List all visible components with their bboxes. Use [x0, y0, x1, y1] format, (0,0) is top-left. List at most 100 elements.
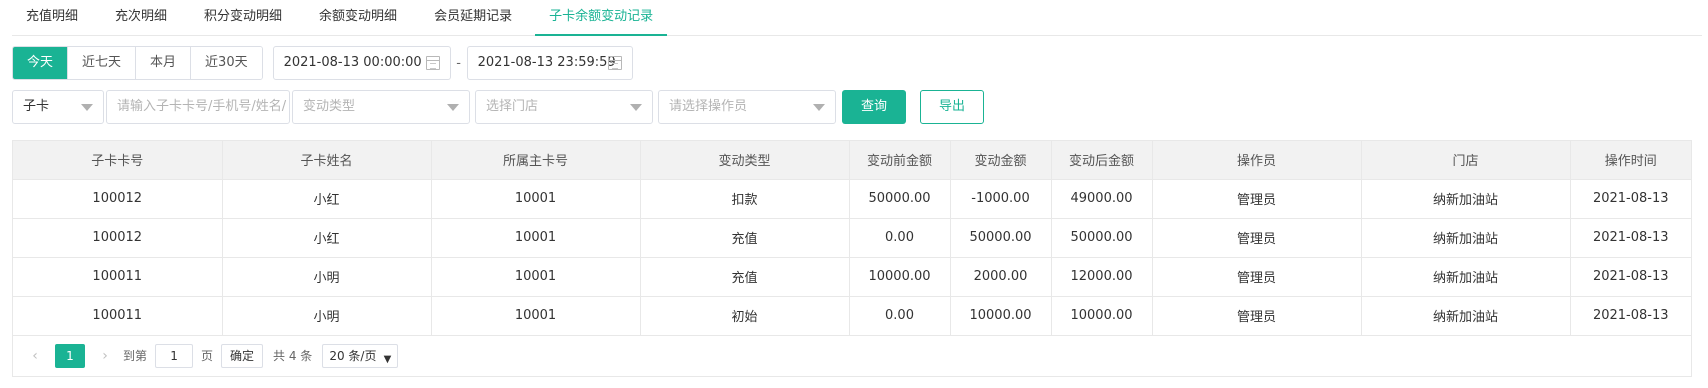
table-cell: 100011	[13, 296, 223, 336]
table-cell: 纳新加油站	[1361, 179, 1571, 219]
table-cell: 10001	[431, 179, 641, 219]
table-cell: 50000.00	[950, 218, 1052, 258]
table-cell: 0.00	[849, 218, 951, 258]
total-count: 共 4 条	[273, 349, 313, 363]
end-date-value: 2021-08-13 23:59:59	[477, 55, 616, 70]
chevron-down-icon	[813, 104, 825, 111]
date-range-separator: -	[456, 55, 461, 71]
column-header: 变动前金额	[849, 141, 951, 180]
table-header-row: 子卡卡号 子卡姓名 所属主卡号 变动类型 变动前金额 变动金额 变动后金额 操作…	[13, 141, 1691, 180]
table-cell: 2021-08-13	[1570, 257, 1691, 297]
goto-label: 到第	[123, 349, 148, 363]
page-number-button[interactable]: 1	[55, 343, 85, 368]
table-cell: 10001	[431, 296, 641, 336]
column-header: 变动金额	[950, 141, 1052, 180]
change-type-select[interactable]: 变动类型	[292, 90, 470, 124]
tab-recharge-detail[interactable]: 充值明细	[12, 0, 92, 36]
end-date-input[interactable]: 2021-08-13 23:59:59	[466, 46, 633, 80]
page-unit-label: 页	[201, 349, 214, 363]
table-cell: 纳新加油站	[1361, 218, 1571, 258]
table-cell: 管理员	[1152, 296, 1362, 336]
table-cell: 管理员	[1152, 257, 1362, 297]
calendar-icon	[425, 56, 440, 70]
column-header: 门店	[1361, 141, 1571, 180]
column-header: 子卡卡号	[13, 141, 223, 180]
prev-page-icon[interactable]: ‹	[27, 348, 43, 364]
date-filter-row: 今天 近七天 本月 近30天 2021-08-13 00:00:00 - 202…	[12, 46, 633, 80]
operator-placeholder: 请选择操作员	[669, 99, 748, 114]
page-size-value: 20 条/页	[329, 348, 377, 363]
column-header: 变动后金额	[1051, 141, 1153, 180]
table-cell: 纳新加油站	[1361, 296, 1571, 336]
table-cell: 12000.00	[1051, 257, 1153, 297]
table-cell: 管理员	[1152, 179, 1362, 219]
table-cell: 100012	[13, 218, 223, 258]
table-cell: 管理员	[1152, 218, 1362, 258]
goto-page-input[interactable]: 1	[155, 343, 194, 368]
chevron-down-icon: ▼	[383, 353, 392, 365]
column-header: 操作时间	[1570, 141, 1691, 180]
tab-points-change-detail[interactable]: 积分变动明细	[190, 0, 296, 36]
table-cell: 10000.00	[950, 296, 1052, 336]
store-placeholder: 选择门店	[486, 99, 539, 114]
table-cell: 10000.00	[1051, 296, 1153, 336]
subcard-balance-table: 子卡卡号 子卡姓名 所属主卡号 变动类型 变动前金额 变动金额 变动后金额 操作…	[12, 140, 1692, 377]
query-button[interactable]: 查询	[842, 90, 906, 124]
table-cell: 49000.00	[1051, 179, 1153, 219]
table-cell: 纳新加油站	[1361, 257, 1571, 297]
table-row: 100011 小明 10001 充值 10000.00 2000.00 1200…	[13, 257, 1691, 297]
operator-select[interactable]: 请选择操作员	[658, 90, 836, 124]
range-thirty-days-button[interactable]: 近30天	[191, 47, 262, 79]
table-cell: 扣款	[640, 179, 850, 219]
table-cell: 100011	[13, 257, 223, 297]
card-type-select[interactable]: 子卡	[12, 90, 104, 124]
store-select[interactable]: 选择门店	[475, 90, 653, 124]
keyword-search-placeholder: 请输入子卡卡号/手机号/姓名/	[117, 99, 287, 114]
page-size-select[interactable]: 20 条/页 ▼	[322, 343, 399, 368]
table-cell: 0.00	[849, 296, 951, 336]
chevron-down-icon	[81, 104, 93, 111]
table-cell: 2021-08-13	[1570, 218, 1691, 258]
table-cell: -1000.00	[950, 179, 1052, 219]
range-seven-days-button[interactable]: 近七天	[68, 47, 137, 79]
table-cell: 50000.00	[849, 179, 951, 219]
table-cell: 10001	[431, 218, 641, 258]
table-cell: 50000.00	[1051, 218, 1153, 258]
table-cell: 100012	[13, 179, 223, 219]
column-header: 所属主卡号	[431, 141, 641, 180]
column-header: 子卡姓名	[222, 141, 432, 180]
table-cell: 2021-08-13	[1570, 179, 1691, 219]
card-type-value: 子卡	[23, 99, 50, 114]
range-this-month-button[interactable]: 本月	[136, 47, 192, 79]
chevron-down-icon	[630, 104, 642, 111]
change-type-placeholder: 变动类型	[303, 99, 356, 114]
tab-member-extension-record[interactable]: 会员延期记录	[420, 0, 526, 36]
quick-range-group: 今天 近七天 本月 近30天	[12, 46, 263, 80]
table-cell: 小红	[222, 218, 432, 258]
table-cell: 初始	[640, 296, 850, 336]
table-cell: 小红	[222, 179, 432, 219]
calendar-icon	[607, 56, 622, 70]
chevron-down-icon	[447, 104, 459, 111]
export-button[interactable]: 导出	[920, 90, 984, 124]
range-today-button[interactable]: 今天	[13, 47, 69, 79]
tab-subcard-balance-change-record[interactable]: 子卡余额变动记录	[535, 0, 668, 36]
tab-balance-change-detail[interactable]: 余额变动明细	[305, 0, 411, 36]
goto-confirm-button[interactable]: 确定	[221, 343, 264, 368]
table-cell: 2021-08-13	[1570, 296, 1691, 336]
start-date-value: 2021-08-13 00:00:00	[283, 55, 422, 70]
table-row: 100012 小红 10001 充值 0.00 50000.00 50000.0…	[13, 218, 1691, 258]
table-cell: 10001	[431, 257, 641, 297]
start-date-input[interactable]: 2021-08-13 00:00:00	[272, 46, 451, 80]
pagination: ‹ 1 › 到第 1 页 确定 共 4 条 20 条/页 ▼	[13, 336, 1691, 376]
record-tabs: 充值明细 充次明细 积分变动明细 余额变动明细 会员延期记录 子卡余额变动记录	[12, 0, 1702, 36]
table-cell: 小明	[222, 257, 432, 297]
table-cell: 10000.00	[849, 257, 951, 297]
table-cell: 小明	[222, 296, 432, 336]
search-filter-row: 子卡 请输入子卡卡号/手机号/姓名/ 变动类型 选择门店 请选择操作员 查询 导…	[12, 90, 984, 124]
next-page-icon[interactable]: ›	[97, 348, 113, 364]
table-cell: 充值	[640, 218, 850, 258]
tab-recharge-count-detail[interactable]: 充次明细	[101, 0, 181, 36]
keyword-search-input[interactable]: 请输入子卡卡号/手机号/姓名/	[106, 90, 290, 124]
column-header: 变动类型	[640, 141, 850, 180]
